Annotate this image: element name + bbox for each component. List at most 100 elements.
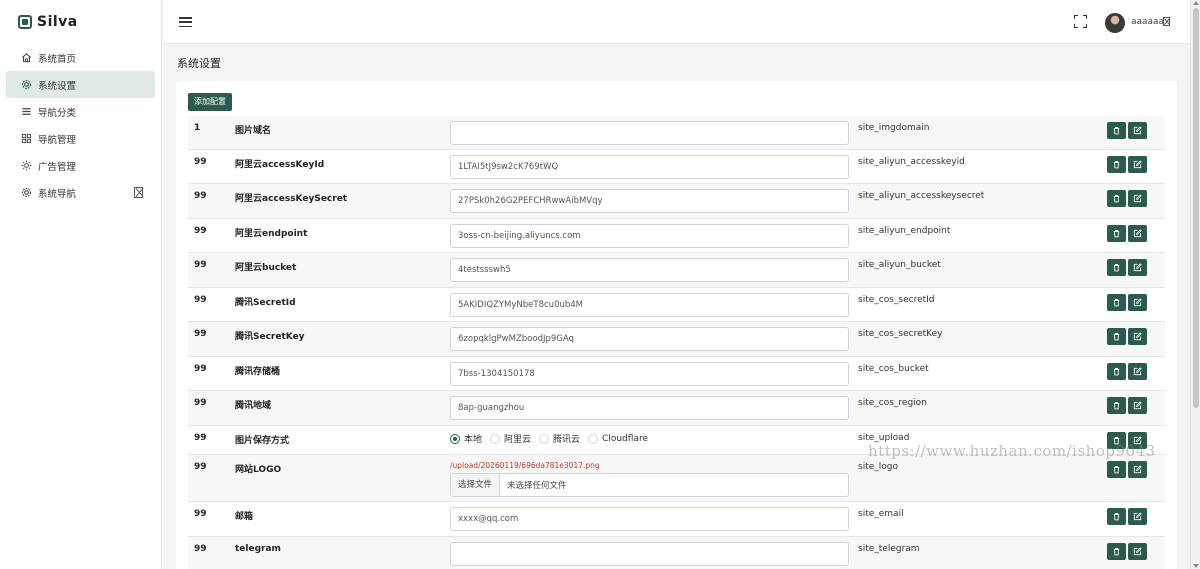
config-name: 腾讯SecretId bbox=[235, 298, 296, 308]
delete-button[interactable] bbox=[1107, 190, 1126, 207]
sidebar-item-system-nav[interactable]: 系统导航 bbox=[6, 179, 155, 206]
config-value-input[interactable] bbox=[450, 155, 849, 179]
edit-button[interactable] bbox=[1128, 543, 1147, 560]
topbar: aaaaaa bbox=[163, 0, 1190, 44]
table-row: 99 阿里云accessKeyId site_aliyun_accesskeyid bbox=[188, 150, 1165, 184]
edit-button[interactable] bbox=[1128, 259, 1147, 276]
sidebar-item-label: 广告管理 bbox=[38, 161, 77, 173]
edit-button[interactable] bbox=[1128, 328, 1147, 345]
config-value-input[interactable] bbox=[450, 121, 849, 145]
config-value-input[interactable] bbox=[450, 189, 849, 213]
edit-button[interactable] bbox=[1128, 190, 1147, 207]
table-row: 1 图片域名 site_imgdomain bbox=[188, 116, 1165, 150]
row-actions bbox=[1107, 328, 1147, 345]
brand[interactable]: Silva bbox=[0, 0, 161, 44]
delete-button[interactable] bbox=[1107, 225, 1126, 242]
radio-label: 腾讯云 bbox=[553, 435, 581, 445]
delete-button[interactable] bbox=[1107, 294, 1126, 311]
sidebar-item-system-settings[interactable]: 系统设置 bbox=[6, 71, 155, 98]
avatar[interactable] bbox=[1105, 13, 1125, 33]
config-value-input[interactable] bbox=[450, 362, 849, 386]
user-menu-chevron-icon[interactable] bbox=[1163, 17, 1170, 26]
config-name: 腾讯地域 bbox=[235, 401, 272, 411]
radio-button-icon[interactable] bbox=[539, 433, 550, 444]
config-key: site_upload bbox=[858, 433, 910, 443]
delete-button[interactable] bbox=[1107, 432, 1126, 449]
sun-icon bbox=[20, 160, 32, 172]
delete-button[interactable] bbox=[1107, 397, 1126, 414]
scroll-thumb[interactable] bbox=[1193, 8, 1199, 408]
sidebar-item-ads[interactable]: 广告管理 bbox=[6, 152, 155, 179]
sidebar-item-nav-category[interactable]: 导航分类 bbox=[6, 98, 155, 125]
sort-value: 99 bbox=[194, 398, 207, 408]
logo-file-input[interactable]: 选择文件 未选择任何文件 bbox=[450, 473, 849, 497]
table-row: 99 阿里云endpoint site_aliyun_endpoint bbox=[188, 219, 1165, 253]
edit-button[interactable] bbox=[1128, 508, 1147, 525]
edit-button[interactable] bbox=[1128, 225, 1147, 242]
radio-button-icon[interactable] bbox=[450, 433, 460, 444]
config-name: 网站LOGO bbox=[235, 465, 282, 475]
row-actions bbox=[1107, 543, 1147, 560]
delete-button[interactable] bbox=[1107, 122, 1126, 139]
scroll-up-arrow-icon[interactable] bbox=[1193, 1, 1199, 5]
radio-option[interactable]: 阿里云 bbox=[490, 432, 531, 445]
sidebar-item-home[interactable]: 系统首页 bbox=[6, 44, 155, 71]
table-row: 99 邮箱 site_email bbox=[188, 502, 1165, 537]
delete-button[interactable] bbox=[1107, 508, 1126, 525]
scroll-down-arrow-icon[interactable] bbox=[1193, 564, 1199, 568]
config-key: site_logo bbox=[858, 462, 898, 472]
table-row: 99 阿里云bucket site_aliyun_bucket bbox=[188, 253, 1165, 288]
config-value-input[interactable] bbox=[450, 258, 849, 282]
edit-icon bbox=[1133, 401, 1142, 410]
row-actions bbox=[1107, 508, 1147, 525]
logo-current-path[interactable]: /upload/20260119/696da781e3017.png bbox=[450, 461, 600, 470]
username[interactable]: aaaaaa bbox=[1131, 17, 1164, 27]
brand-logo-icon bbox=[18, 15, 32, 29]
delete-button[interactable] bbox=[1107, 461, 1126, 478]
edit-button[interactable] bbox=[1128, 294, 1147, 311]
page-scrollbar[interactable] bbox=[1190, 0, 1200, 569]
fullscreen-icon[interactable] bbox=[1074, 15, 1087, 28]
config-name: 邮箱 bbox=[235, 512, 254, 522]
radio-option[interactable]: Cloudflare bbox=[588, 433, 648, 444]
config-value-input[interactable] bbox=[450, 396, 849, 420]
config-value-input[interactable] bbox=[450, 507, 849, 531]
delete-button[interactable] bbox=[1107, 259, 1126, 276]
edit-button[interactable] bbox=[1128, 156, 1147, 173]
gear-icon bbox=[20, 79, 32, 91]
radio-button-icon[interactable] bbox=[490, 433, 501, 444]
config-value-input[interactable] bbox=[450, 542, 849, 566]
edit-button[interactable] bbox=[1128, 432, 1147, 449]
choose-file-button[interactable]: 选择文件 bbox=[451, 474, 501, 496]
config-name: telegram bbox=[235, 544, 281, 554]
radio-button-icon[interactable] bbox=[588, 433, 599, 444]
config-value-input[interactable] bbox=[450, 293, 849, 317]
trash-icon bbox=[1112, 298, 1121, 307]
edit-button[interactable] bbox=[1128, 122, 1147, 139]
trash-icon bbox=[1112, 367, 1121, 376]
edit-button[interactable] bbox=[1128, 397, 1147, 414]
edit-icon bbox=[1133, 367, 1142, 376]
grid-icon bbox=[20, 133, 32, 145]
delete-button[interactable] bbox=[1107, 156, 1126, 173]
chevron-down-icon[interactable] bbox=[134, 187, 143, 198]
delete-button[interactable] bbox=[1107, 328, 1126, 345]
delete-button[interactable] bbox=[1107, 543, 1126, 560]
row-actions bbox=[1107, 190, 1147, 207]
radio-option[interactable]: 本地 bbox=[450, 432, 482, 445]
edit-button[interactable] bbox=[1128, 363, 1147, 380]
radio-option[interactable]: 腾讯云 bbox=[539, 432, 580, 445]
sort-value: 99 bbox=[194, 260, 207, 270]
config-value-input[interactable] bbox=[450, 224, 849, 248]
trash-icon bbox=[1112, 512, 1121, 521]
config-value-input[interactable] bbox=[450, 327, 849, 351]
sidebar-item-nav-manage[interactable]: 导航管理 bbox=[6, 125, 155, 152]
edit-button[interactable] bbox=[1128, 461, 1147, 478]
sort-value: 99 bbox=[194, 191, 207, 201]
trash-icon bbox=[1112, 332, 1121, 341]
config-key: site_aliyun_bucket bbox=[858, 260, 941, 270]
menu-toggle-icon[interactable] bbox=[179, 17, 192, 28]
add-config-button[interactable]: 添加配置 bbox=[188, 93, 232, 111]
edit-icon bbox=[1133, 332, 1142, 341]
delete-button[interactable] bbox=[1107, 363, 1126, 380]
